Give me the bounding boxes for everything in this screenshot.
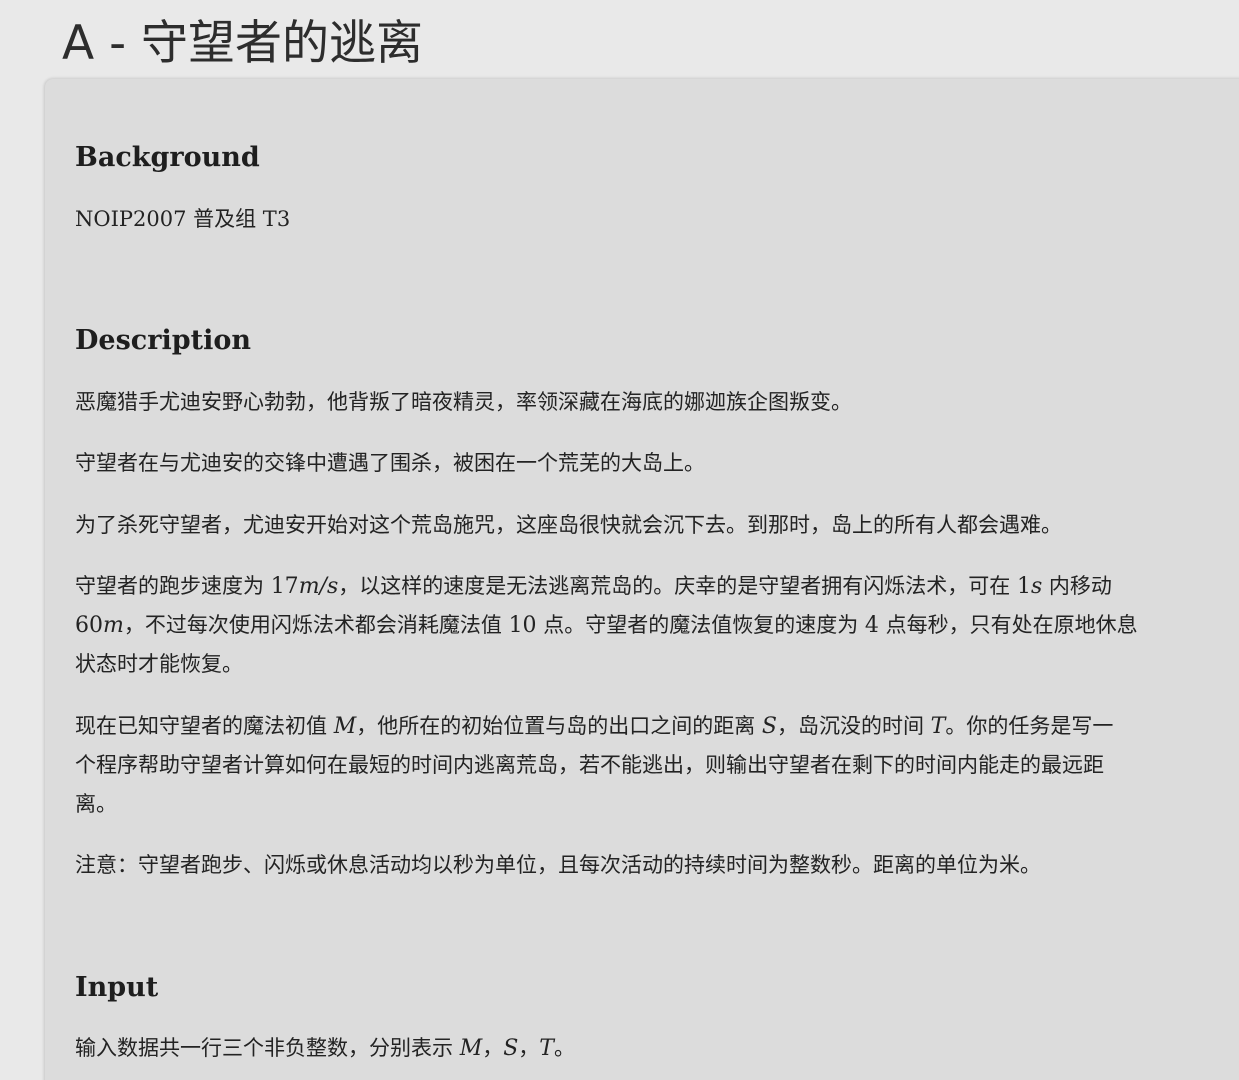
var-m: M xyxy=(333,714,357,739)
input-heading: Input xyxy=(75,972,159,1003)
description-paragraph-2-block: 守望者在与尤迪安的交锋中遭遇了围杀，被困在一个荒芜的大岛上。 xyxy=(75,444,1205,483)
input-var-m: M xyxy=(459,1036,483,1061)
description-paragraph-6-block: 注意：守望者跑步、闪烁或休息活动均以秒为单位，且每次活动的持续时间为整数秒。距离… xyxy=(75,846,1205,885)
input-section: Input xyxy=(75,970,1205,1006)
background-body: NOIP2007 普及组 T3 xyxy=(75,200,1205,239)
background-section: Background xyxy=(75,140,1205,176)
var-t: T xyxy=(930,714,946,739)
description-paragraph-1-block: 恶魔猎手尤迪安野心勃勃，他背叛了暗夜精灵，率领深藏在海底的娜迦族企图叛变。 xyxy=(75,383,1205,422)
background-heading: Background xyxy=(75,142,260,173)
description-paragraph-3-block: 为了杀死守望者，尤迪安开始对这个荒岛施咒，这座岛很快就会沉下去。到那时，岛上的所… xyxy=(75,506,1205,545)
p4-text-2: ，以这样的速度是无法逃离荒岛的。庆幸的是守望者拥有闪烁法术，可在 xyxy=(338,574,1017,598)
blink-time-unit: s xyxy=(1030,574,1043,599)
p4-text-4: ，不过每次使用闪烁法术都会消耗魔法值 xyxy=(123,613,509,637)
speed-value: 17 xyxy=(270,574,299,599)
p4-text-7: 状态时才能恢复。 xyxy=(75,652,243,676)
input-text-2: 。 xyxy=(553,1036,575,1060)
background-text: NOIP2007 普及组 T3 xyxy=(75,207,291,231)
input-sep-2: ， xyxy=(518,1036,540,1060)
p5-text-6: 离。 xyxy=(75,792,117,816)
description-paragraph-1: 恶魔猎手尤迪安野心勃勃，他背叛了暗夜精灵，率领深藏在海底的娜迦族企图叛变。 xyxy=(75,390,852,414)
blink-distance-unit: m xyxy=(103,613,124,638)
description-paragraph-3: 为了杀死守望者，尤迪安开始对这个荒岛施咒，这座岛很快就会沉下去。到那时，岛上的所… xyxy=(75,513,1062,537)
var-s: S xyxy=(761,714,777,739)
p5-text-4: 。你的任务是写一 xyxy=(945,714,1114,738)
blink-distance-value: 60 xyxy=(75,613,103,638)
p4-text-1: 守望者的跑步速度为 xyxy=(75,574,271,598)
input-text: 输入数据共一行三个非负整数，分别表示 M，S，T。 xyxy=(75,1029,1205,1068)
blink-cost-value: 10 xyxy=(508,613,537,638)
p5-text-2: ，他所在的初始位置与岛的出口之间的距离 xyxy=(356,714,762,738)
input-body: 输入数据共一行三个非负整数，分别表示 M，S，T。 xyxy=(75,1029,1205,1068)
input-var-t: T xyxy=(539,1036,554,1061)
description-paragraph-4-block: 守望者的跑步速度为 17m/s，以这样的速度是无法逃离荒岛的。庆幸的是守望者拥有… xyxy=(75,567,1205,684)
input-sep-1: ， xyxy=(482,1036,504,1060)
description-heading: Description xyxy=(75,325,251,356)
regen-value: 4 xyxy=(864,613,879,638)
p5-text-3: ，岛沉没的时间 xyxy=(776,714,931,738)
speed-unit: m/s xyxy=(298,574,339,599)
p4-text-3: 内移动 xyxy=(1042,574,1112,598)
description-paragraph-5: 现在已知守望者的魔法初值 M，他所在的初始位置与岛的出口之间的距离 S，岛沉没的… xyxy=(75,707,1205,824)
description-paragraph-6: 注意：守望者跑步、闪烁或休息活动均以秒为单位，且每次活动的持续时间为整数秒。距离… xyxy=(75,853,1041,877)
description-section: Description xyxy=(75,323,1205,359)
description-paragraph-2: 守望者在与尤迪安的交锋中遭遇了围杀，被困在一个荒芜的大岛上。 xyxy=(75,451,705,475)
p5-text-1: 现在已知守望者的魔法初值 xyxy=(75,714,334,738)
input-var-s: S xyxy=(503,1036,519,1061)
description-paragraph-4: 守望者的跑步速度为 17m/s，以这样的速度是无法逃离荒岛的。庆幸的是守望者拥有… xyxy=(75,567,1205,684)
problem-title: A - 守望者的逃离 xyxy=(62,16,423,71)
description-paragraph-5-block: 现在已知守望者的魔法初值 M，他所在的初始位置与岛的出口之间的距离 S，岛沉没的… xyxy=(75,707,1205,824)
p4-text-5: 点。守望者的魔法值恢复的速度为 xyxy=(536,613,865,637)
blink-time-value: 1 xyxy=(1016,574,1031,599)
p4-text-6: 点每秒，只有处在原地休息 xyxy=(878,613,1138,637)
input-text-1: 输入数据共一行三个非负整数，分别表示 xyxy=(75,1036,460,1060)
p5-text-5: 个程序帮助守望者计算如何在最短的时间内逃离荒岛，若不能逃出，则输出守望者在剩下的… xyxy=(75,753,1104,777)
